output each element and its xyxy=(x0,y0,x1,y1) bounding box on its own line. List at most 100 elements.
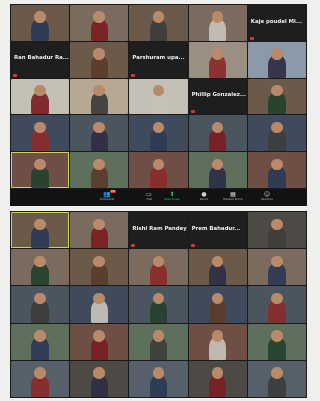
participant-video-tile[interactable] xyxy=(188,323,247,360)
breakout-rooms-button[interactable]: ▦ Breakout Rooms xyxy=(222,191,244,201)
participants-count-badge: 150 xyxy=(109,190,116,193)
participant-video-tile[interactable] xyxy=(11,152,70,188)
participant-video-tile[interactable] xyxy=(70,152,129,188)
participant-head xyxy=(271,218,283,231)
participant-video-tile[interactable] xyxy=(247,286,306,323)
share-screen-button[interactable]: ⬆ Share Screen xyxy=(161,191,183,201)
participant-name-tile[interactable]: Prem Bahadur... xyxy=(188,212,247,249)
participant-video-tile[interactable] xyxy=(11,5,70,41)
reactions-icon: ☺ xyxy=(263,191,271,198)
participant-video-tile[interactable] xyxy=(70,212,129,249)
participant-name-tile[interactable]: Ran Bahadur Ra... xyxy=(11,41,70,78)
participant-video-tile[interactable] xyxy=(247,78,306,115)
participant-video-tile[interactable] xyxy=(129,323,188,360)
participant-head xyxy=(152,367,165,379)
participant-video-tile[interactable] xyxy=(188,360,247,397)
breakout-rooms-label: Breakout Rooms xyxy=(223,198,243,201)
participant-video-tile[interactable] xyxy=(11,323,70,360)
participant-video-tile[interactable] xyxy=(247,212,306,249)
zoom-gallery-bottom: Rishi Ram Pandey Prem Bahadur... xyxy=(10,211,307,398)
participant-video-tile[interactable] xyxy=(129,360,188,397)
meeting-toolbar: 👥 150 Participants ▭ Chat ⬆ Share Screen… xyxy=(10,189,307,206)
participant-video-tile[interactable] xyxy=(70,5,129,41)
participant-name: Rishi Ram Pandey xyxy=(132,225,187,232)
chat-label: Chat xyxy=(146,198,152,201)
participant-head xyxy=(34,218,46,231)
participant-video-tile[interactable] xyxy=(70,78,129,115)
participant-video-tile[interactable] xyxy=(129,286,188,323)
participant-video-tile[interactable] xyxy=(129,249,188,286)
participant-video-tile[interactable] xyxy=(70,249,129,286)
record-label: Record xyxy=(199,198,209,201)
participant-video-tile[interactable] xyxy=(247,323,306,360)
participant-name: Parshuram upa... xyxy=(132,55,185,62)
participant-video-tile[interactable] xyxy=(247,360,306,397)
participant-name-tile[interactable]: Parshuram upa... xyxy=(129,41,188,78)
participant-video-tile[interactable] xyxy=(11,360,70,397)
participant-video-tile[interactable] xyxy=(70,286,129,323)
participant-head xyxy=(34,367,46,379)
participant-head xyxy=(34,121,46,134)
participant-video-tile[interactable] xyxy=(11,286,70,323)
share-screen-icon: ⬆ xyxy=(169,191,175,198)
muted-mic-icon xyxy=(190,110,195,114)
participant-head xyxy=(93,367,106,379)
muted-mic-icon xyxy=(131,73,136,77)
participant-video-tile[interactable] xyxy=(129,78,188,115)
participant-video-tile[interactable] xyxy=(247,249,306,286)
participant-video-tile[interactable] xyxy=(11,78,70,115)
record-icon: ● xyxy=(201,191,207,198)
participant-head xyxy=(93,158,106,171)
participant-video-tile[interactable] xyxy=(188,41,247,78)
chat-button[interactable]: ▭ Chat xyxy=(138,191,160,201)
muted-mic-icon xyxy=(13,73,17,77)
participant-head xyxy=(93,218,106,231)
reactions-button[interactable]: ☺ Reactions xyxy=(256,191,278,201)
participant-head xyxy=(271,255,283,268)
participant-video-tile[interactable] xyxy=(70,360,129,397)
participant-video-tile[interactable] xyxy=(188,115,247,152)
participant-head xyxy=(271,292,283,305)
participant-head xyxy=(271,121,283,134)
participant-name-tile[interactable]: Rishi Ram Pandey xyxy=(129,212,188,249)
participant-video-tile[interactable] xyxy=(188,152,247,188)
participant-video-tile[interactable] xyxy=(11,115,70,152)
muted-mic-icon xyxy=(131,244,136,248)
participant-video-tile[interactable] xyxy=(129,152,188,188)
participant-video-tile[interactable] xyxy=(70,323,129,360)
participant-video-tile[interactable] xyxy=(129,115,188,152)
participant-video-tile[interactable] xyxy=(247,152,306,188)
participant-video-tile[interactable] xyxy=(188,249,247,286)
muted-mic-icon xyxy=(190,244,195,248)
participant-head xyxy=(93,11,106,23)
participant-video-tile[interactable] xyxy=(188,5,247,41)
participant-head xyxy=(152,330,165,342)
participant-name-tile[interactable]: Kaje poudel Mi... xyxy=(247,5,306,41)
participant-video-tile[interactable] xyxy=(70,41,129,78)
participant-name-tile[interactable]: Phillip Gonzalez... xyxy=(188,78,247,115)
participant-video-tile[interactable] xyxy=(11,212,70,249)
participant-name: Phillip Gonzalez... xyxy=(191,92,247,99)
participant-head xyxy=(34,255,46,268)
participant-video-tile[interactable] xyxy=(247,115,306,152)
participants-button[interactable]: 👥 150 Participants xyxy=(96,190,118,201)
participant-head xyxy=(93,48,106,60)
participant-name: Ran Bahadur Ra... xyxy=(14,55,69,62)
participant-video-tile[interactable] xyxy=(70,115,129,152)
breakout-rooms-icon: ▦ xyxy=(230,191,236,198)
participant-video-tile[interactable] xyxy=(129,5,188,41)
participant-video-tile[interactable] xyxy=(188,286,247,323)
reactions-label: Reactions xyxy=(261,198,273,201)
zoom-gallery-top: Kaje poudel Mi... Ran Bahadur Ra... Parshu… xyxy=(10,4,307,206)
participant-video-tile[interactable] xyxy=(247,41,306,78)
participant-head xyxy=(271,48,283,60)
participant-head xyxy=(152,11,165,23)
participant-head xyxy=(34,11,46,23)
participant-head xyxy=(34,330,46,342)
participant-name: Prem Bahadur... xyxy=(191,225,241,232)
participant-head xyxy=(211,48,224,60)
participant-video-tile[interactable] xyxy=(11,249,70,286)
participant-head xyxy=(34,158,46,171)
record-button[interactable]: ● Record xyxy=(193,191,215,201)
participant-head xyxy=(211,330,224,342)
